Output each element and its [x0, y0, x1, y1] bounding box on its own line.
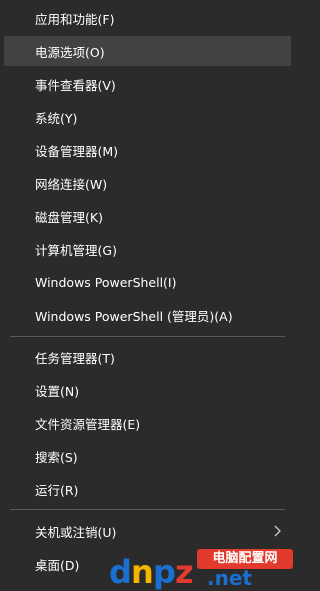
menu-item-disk-management[interactable]: 磁盘管理(K)	[4, 201, 291, 231]
menu-item-label: 磁盘管理(K)	[35, 209, 103, 225]
menu-item-label: 设置(N)	[35, 383, 80, 399]
winx-context-menu: 应用和功能(F) 电源选项(O) 事件查看器(V) 系统(Y) 设备管理器(M)…	[0, 0, 295, 591]
svg-text:p: p	[153, 553, 176, 590]
svg-text:d: d	[109, 553, 132, 590]
menu-separator	[10, 509, 285, 510]
menu-item-label: 关机或注销(U)	[35, 524, 117, 540]
menu-item-run[interactable]: 运行(R)	[4, 474, 291, 504]
menu-item-task-manager[interactable]: 任务管理器(T)	[4, 342, 291, 372]
menu-item-label: 设备管理器(M)	[35, 143, 119, 159]
menu-separator	[10, 336, 285, 337]
chevron-right-icon	[274, 525, 281, 537]
watermark-domain: .net	[207, 566, 252, 590]
menu-item-label: 文件资源管理器(E)	[35, 416, 141, 432]
menu-item-label: Windows PowerShell(I)	[35, 274, 177, 290]
watermark-logo-icon: d n p z	[109, 553, 194, 590]
menu-item-label: 网络连接(W)	[35, 176, 108, 192]
menu-item-label: 桌面(D)	[35, 557, 80, 573]
menu-item-power-options[interactable]: 电源选项(O)	[4, 36, 291, 66]
menu-item-apps-features[interactable]: 应用和功能(F)	[4, 3, 291, 33]
menu-item-device-manager[interactable]: 设备管理器(M)	[4, 135, 291, 165]
menu-item-system[interactable]: 系统(Y)	[4, 102, 291, 132]
site-watermark: d n p z 电脑配置网 .net	[107, 547, 293, 590]
menu-item-label: 系统(Y)	[35, 110, 78, 126]
menu-item-search[interactable]: 搜索(S)	[4, 441, 291, 471]
menu-item-computer-management[interactable]: 计算机管理(G)	[4, 234, 291, 264]
svg-text:n: n	[131, 553, 154, 590]
menu-item-powershell-admin[interactable]: Windows PowerShell (管理员)(A)	[4, 300, 291, 330]
menu-item-settings[interactable]: 设置(N)	[4, 375, 291, 405]
menu-item-label: 事件查看器(V)	[35, 77, 116, 93]
menu-item-label: 任务管理器(T)	[35, 350, 115, 366]
svg-text:z: z	[175, 553, 194, 590]
menu-item-network-connections[interactable]: 网络连接(W)	[4, 168, 291, 198]
menu-item-file-explorer[interactable]: 文件资源管理器(E)	[4, 408, 291, 438]
menu-item-shutdown-signout[interactable]: 关机或注销(U)	[4, 516, 291, 546]
menu-item-label: Windows PowerShell (管理员)(A)	[35, 308, 233, 324]
menu-item-label: 电源选项(O)	[35, 44, 105, 60]
menu-item-label: 搜索(S)	[35, 449, 78, 465]
menu-item-label: 运行(R)	[35, 482, 79, 498]
menu-item-powershell[interactable]: Windows PowerShell(I)	[4, 267, 291, 297]
menu-item-event-viewer[interactable]: 事件查看器(V)	[4, 69, 291, 99]
menu-item-label: 应用和功能(F)	[35, 11, 115, 27]
menu-item-label: 计算机管理(G)	[35, 242, 117, 258]
